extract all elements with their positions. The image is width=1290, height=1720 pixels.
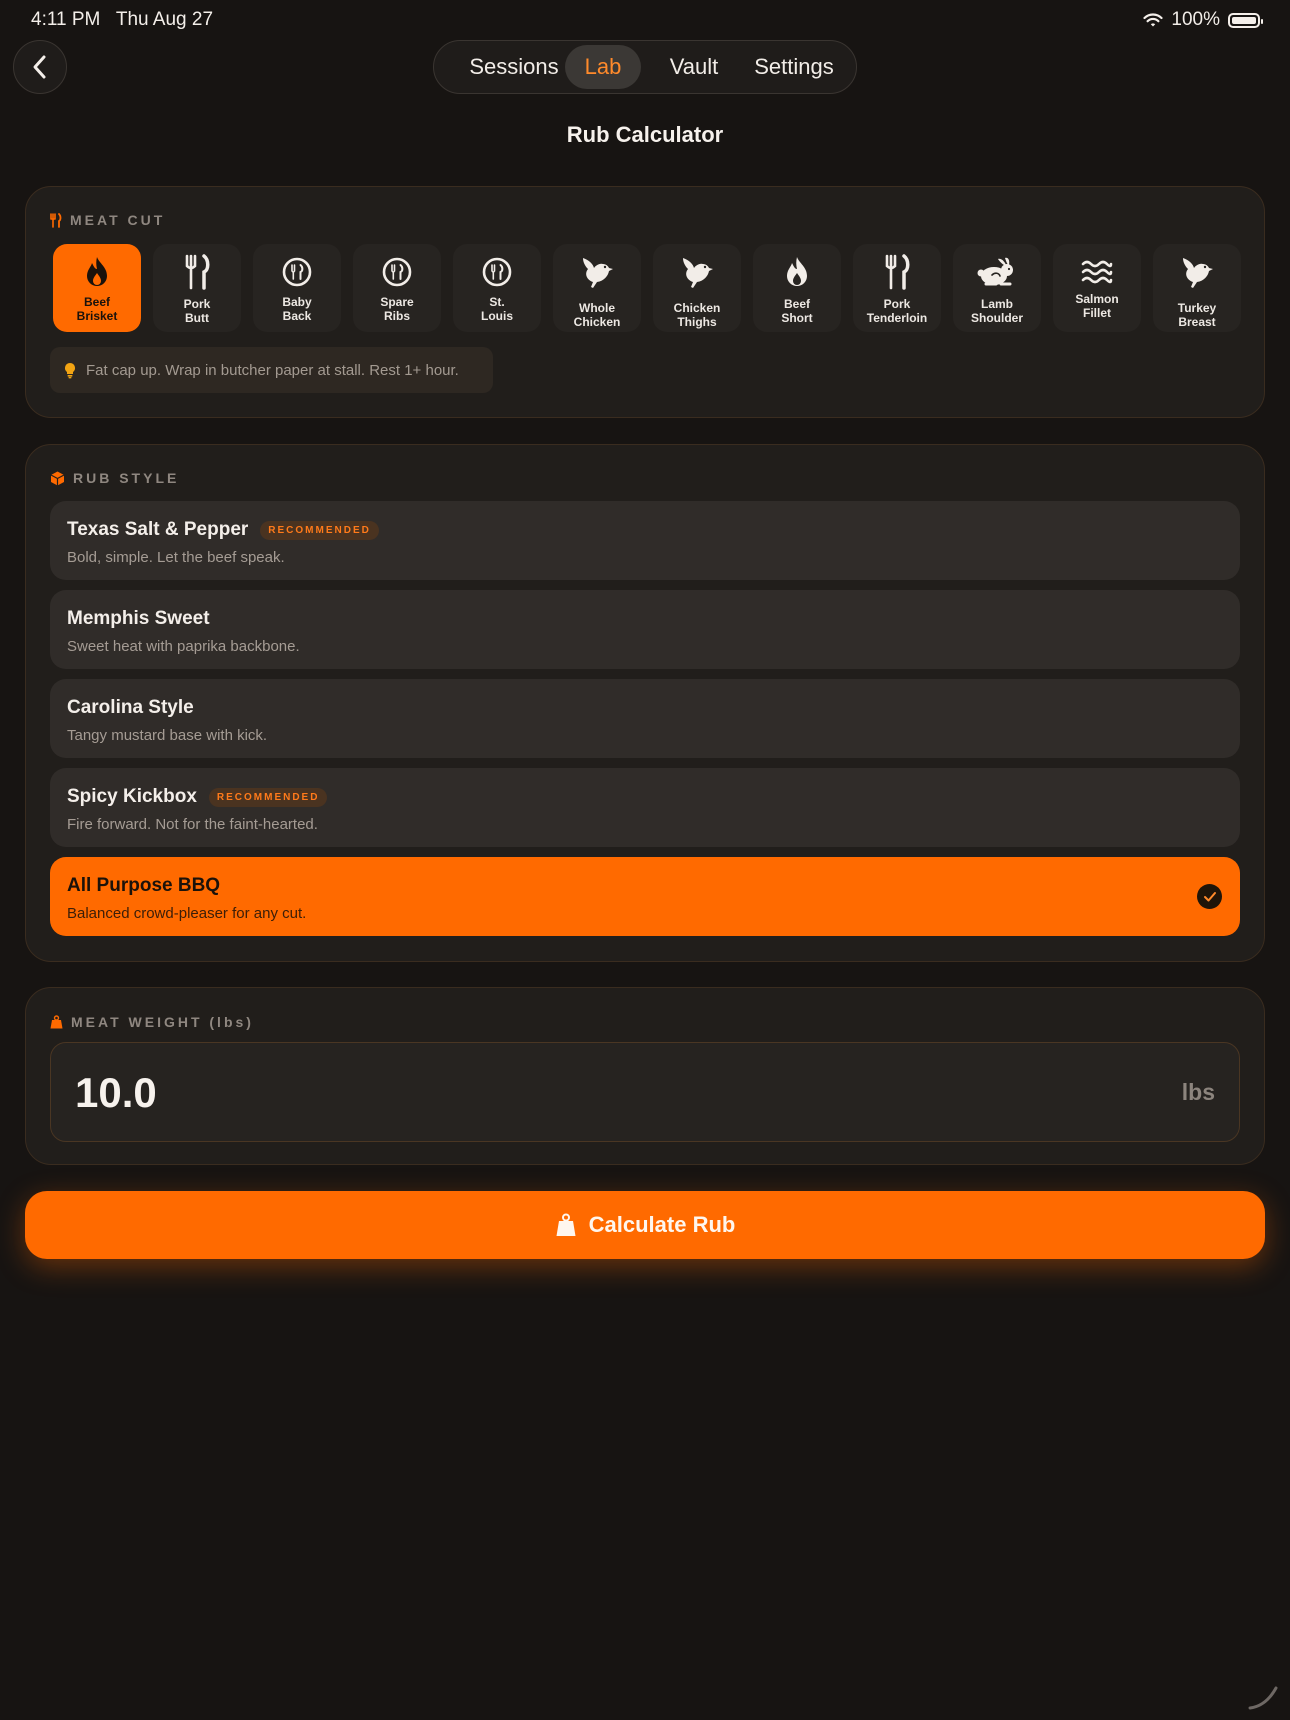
calculate-rub-button[interactable]: Calculate Rub [25, 1191, 1265, 1259]
cut-turkey-breast[interactable]: Turkey Breast [1153, 244, 1241, 332]
plate-utensils-icon [282, 257, 312, 287]
checkmark-icon [1197, 884, 1222, 909]
rabbit-icon [977, 257, 1013, 286]
plate-utensils-icon [482, 257, 512, 287]
weight-value[interactable]: 10.0 [75, 1069, 157, 1117]
tab-bar: Sessions Lab Vault Settings [433, 40, 857, 94]
rub-option-spicy-kickbox[interactable]: Spicy Kickbox RECOMMENDED Fire forward. N… [50, 768, 1240, 847]
bird-icon [683, 258, 713, 288]
rub-option-memphis[interactable]: Memphis Sweet Sweet heat with paprika ba… [50, 590, 1240, 669]
weight-icon [556, 1213, 576, 1236]
cut-chicken-thighs[interactable]: Chicken Thighs [653, 244, 741, 332]
meat-cut-card: MEAT CUT Beef Brisket Pork Butt Baby Bac… [25, 186, 1265, 418]
status-time: 4:11 PM Thu Aug 27 [31, 9, 214, 30]
rub-style-card: RUB STYLE Texas Salt & Pepper RECOMMENDED… [25, 444, 1265, 962]
cut-pork-tenderloin[interactable]: Pork Tenderloin [853, 244, 941, 332]
rub-option-name: Memphis Sweet [67, 608, 210, 629]
wifi-icon [1143, 12, 1163, 26]
tab-sessions[interactable]: Sessions [454, 41, 574, 93]
cut-label: St. Louis [481, 295, 513, 323]
cut-tip: Fat cap up. Wrap in butcher paper at sta… [50, 347, 493, 393]
cut-baby-back[interactable]: Baby Back [253, 244, 341, 332]
cut-label: Baby Back [282, 295, 312, 323]
calculate-rub-label: Calculate Rub [588, 1212, 736, 1237]
status-right: 100% [1143, 9, 1263, 31]
rub-option-desc: Tangy mustard base with kick. [67, 727, 268, 744]
fork-knife-icon [185, 254, 210, 290]
meat-cut-title: MEAT CUT [70, 212, 166, 228]
rub-option-all-purpose[interactable]: All Purpose BBQ Balanced crowd-pleaser f… [50, 857, 1240, 936]
rub-option-name: Texas Salt & Pepper [67, 519, 249, 540]
chevron-left-icon [33, 55, 46, 79]
corner-indicator-icon [1248, 1686, 1278, 1710]
plate-utensils-icon [382, 257, 412, 287]
rub-option-name: Spicy Kickbox [67, 786, 197, 807]
cut-salmon-fillet[interactable]: Salmon Fillet [1053, 244, 1141, 332]
back-button[interactable] [13, 40, 67, 94]
battery-icon [1228, 12, 1263, 28]
cut-label: Pork Butt [183, 297, 211, 325]
status-bar: 4:11 PM Thu Aug 27 100% [0, 0, 1290, 40]
meat-weight-title: MEAT WEIGHT (lbs) [71, 1014, 254, 1030]
cut-whole-chicken[interactable]: Whole Chicken [553, 244, 641, 332]
waves-icon [1081, 260, 1113, 284]
tab-lab[interactable]: Lab [565, 45, 641, 89]
cut-lamb-shoulder[interactable]: Lamb Shoulder [953, 244, 1041, 332]
rub-option-name: Carolina Style [67, 697, 194, 718]
weight-unit: lbs [1181, 1079, 1215, 1105]
cut-beef-brisket[interactable]: Beef Brisket [53, 244, 141, 332]
lightbulb-icon [65, 362, 75, 378]
cut-label: Turkey Breast [1177, 301, 1217, 329]
tab-settings[interactable]: Settings [744, 41, 844, 93]
recommended-badge: RECOMMENDED [208, 787, 328, 807]
meat-weight-card: MEAT WEIGHT (lbs) 10.0 lbs [25, 987, 1265, 1165]
recommended-badge: RECOMMENDED [260, 520, 379, 540]
bird-icon [1183, 258, 1213, 288]
flame-icon [787, 257, 807, 286]
rub-option-name: All Purpose BBQ [67, 875, 221, 896]
cut-label: Salmon Fillet [1075, 292, 1119, 320]
rub-style-header: RUB STYLE [50, 470, 179, 486]
rub-option-desc: Fire forward. Not for the faint-hearted. [67, 816, 318, 833]
rub-option-desc: Bold, simple. Let the beef speak. [67, 549, 285, 566]
meat-weight-header: MEAT WEIGHT (lbs) [50, 1014, 254, 1030]
rub-option-desc: Balanced crowd-pleaser for any cut. [67, 905, 307, 922]
fork-knife-icon [50, 212, 62, 228]
cut-label: Pork Tenderloin [866, 297, 928, 325]
cut-label: Chicken Thighs [673, 301, 721, 329]
rub-option-desc: Sweet heat with paprika backbone. [67, 638, 300, 655]
rub-style-title: RUB STYLE [73, 470, 180, 486]
weight-icon [50, 1015, 63, 1029]
cut-st-louis[interactable]: St. Louis [453, 244, 541, 332]
cut-beef-short[interactable]: Beef Short [753, 244, 841, 332]
cut-label: Lamb Shoulder [970, 297, 1023, 325]
cut-label: Spare Ribs [380, 295, 414, 323]
weight-input[interactable]: 10.0 lbs [50, 1042, 1240, 1142]
fork-knife-icon [885, 254, 910, 290]
tab-vault[interactable]: Vault [649, 41, 739, 93]
page-title: Rub Calculator [566, 122, 724, 147]
meat-cut-header: MEAT CUT [50, 212, 165, 228]
cut-label: Beef Brisket [76, 295, 118, 323]
flame-icon [87, 257, 107, 286]
cut-label: Beef Short [781, 297, 813, 325]
rub-option-carolina[interactable]: Carolina Style Tangy mustard base with k… [50, 679, 1240, 758]
cut-pork-butt[interactable]: Pork Butt [153, 244, 241, 332]
cut-spare-ribs[interactable]: Spare Ribs [353, 244, 441, 332]
cut-label: Whole Chicken [573, 301, 621, 329]
cut-tip-text: Fat cap up. Wrap in butcher paper at sta… [86, 361, 459, 379]
rub-option-texas[interactable]: Texas Salt & Pepper RECOMMENDED Bold, sim… [50, 501, 1240, 580]
battery-percent: 100% [1171, 9, 1220, 30]
cube-icon [50, 471, 65, 485]
bird-icon [583, 258, 613, 288]
